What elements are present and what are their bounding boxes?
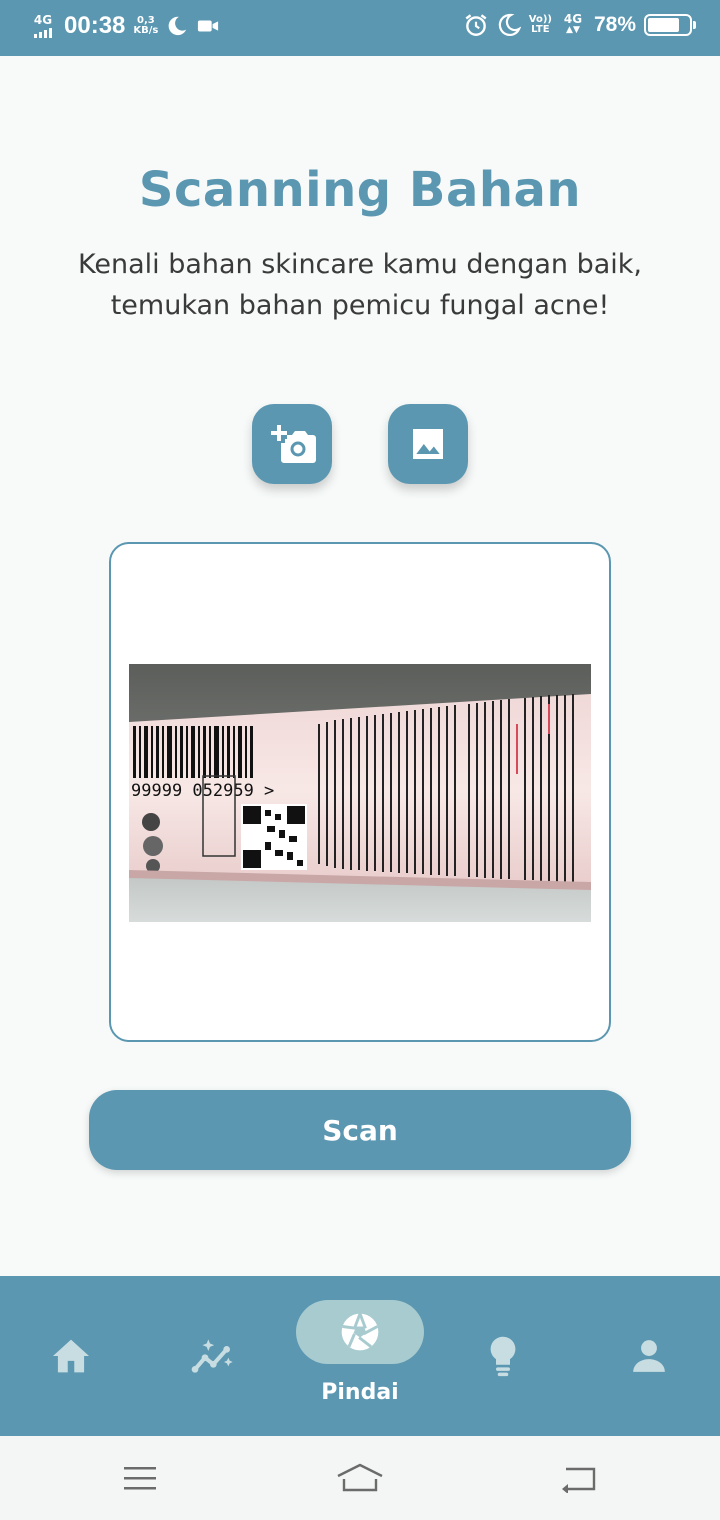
signal-icon: 4G [30,14,56,38]
add-a-photo-icon [271,425,316,463]
moon-icon [168,16,187,36]
clock: 00:38 [64,12,126,39]
nav-home[interactable] [30,1276,112,1436]
gallery-button[interactable] [388,404,468,484]
page-title: Scanning Bahan [138,162,582,218]
battery-icon [644,14,696,36]
volte-indicator: Vo)) LTE [528,14,552,35]
status-bar: 4G 00:38 0,3 KB/s Vo)) LTE 4G ▲▼ 78% [0,0,720,56]
image-preview-card: 99999 052959 > [109,542,611,1042]
scanned-product-photo: 99999 052959 > [129,664,591,922]
home-system-button[interactable] [330,1456,390,1500]
nav-statistics[interactable] [174,1276,256,1436]
home-outline-icon [337,1463,383,1492]
person-icon [633,1340,665,1372]
network-type-icon: 4G ▲▼ [563,12,583,35]
nav-pindai-label[interactable]: Pindai [296,1380,424,1405]
shutter-icon [341,1313,379,1351]
nav-pindai[interactable] [296,1300,424,1364]
recent-apps-button[interactable] [110,1456,170,1500]
video-camera-icon [198,20,219,32]
menu-icon [124,1467,156,1490]
nav-profile[interactable] [608,1276,690,1436]
home-icon [53,1339,89,1373]
back-icon [562,1467,596,1493]
stats-sparkle-icon [191,1339,233,1373]
product-photo-illustration: 99999 052959 > [129,664,591,922]
nav-tips[interactable] [462,1276,544,1436]
alarm-icon [465,14,487,36]
camera-button[interactable] [252,404,332,484]
back-system-button[interactable] [550,1456,610,1500]
system-navigation-bar [0,1436,720,1520]
image-icon [413,429,443,459]
scan-button[interactable]: Scan [89,1090,631,1170]
moon-icon [498,13,521,36]
lightbulb-icon [490,1336,516,1377]
bottom-navigation: Pindai [0,1276,720,1436]
battery-percent: 78% [593,13,636,36]
network-speed: 0,3 KB/s [133,15,159,36]
page-subtitle: Kenali bahan skincare kamu dengan baik, … [77,249,642,321]
